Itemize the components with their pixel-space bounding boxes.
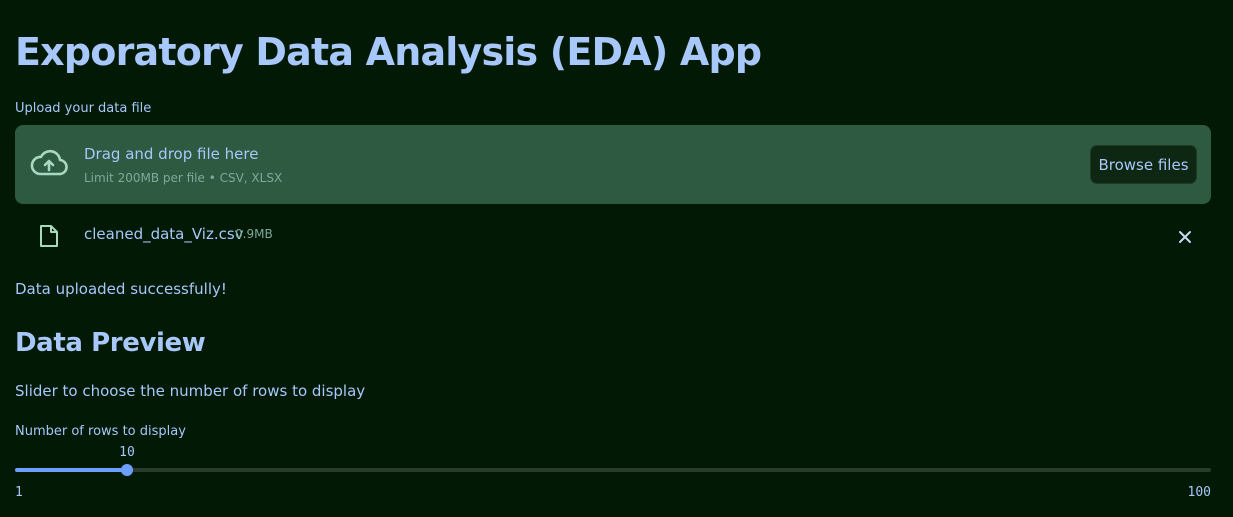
- close-icon[interactable]: [1175, 227, 1195, 247]
- cloud-upload-icon: [30, 149, 68, 177]
- browse-files-button[interactable]: Browse files: [1090, 145, 1197, 184]
- slider-current-value: 10: [119, 445, 135, 460]
- uploaded-file-name: cleaned_data_Viz.csv: [84, 225, 244, 243]
- upload-success-message: Data uploaded successfully!: [15, 280, 227, 298]
- rows-slider[interactable]: 10 1 100: [15, 444, 1211, 504]
- uploaded-file-size: 0.9MB: [235, 227, 273, 241]
- section-heading: Data Preview: [15, 328, 206, 358]
- slider-track[interactable]: [15, 468, 1211, 472]
- file-icon: [38, 224, 60, 248]
- file-dropzone[interactable]: Drag and drop file here Limit 200MB per …: [15, 125, 1211, 204]
- slider-max-label: 100: [1187, 485, 1211, 500]
- uploader-label: Upload your data file: [15, 101, 152, 116]
- page-title: Exporatory Data Analysis (EDA) App: [15, 30, 762, 74]
- slider-label: Number of rows to display: [15, 424, 186, 439]
- app-container: Exporatory Data Analysis (EDA) App Uploa…: [0, 0, 1233, 517]
- dropzone-limits: Limit 200MB per file • CSV, XLSX: [84, 171, 283, 185]
- dropzone-title: Drag and drop file here: [84, 145, 259, 163]
- uploaded-file-row: cleaned_data_Viz.csv 0.9MB: [15, 218, 1211, 254]
- slider-thumb[interactable]: [121, 464, 133, 476]
- slider-fill: [15, 468, 127, 472]
- slider-description: Slider to choose the number of rows to d…: [15, 382, 366, 400]
- slider-min-label: 1: [15, 485, 23, 500]
